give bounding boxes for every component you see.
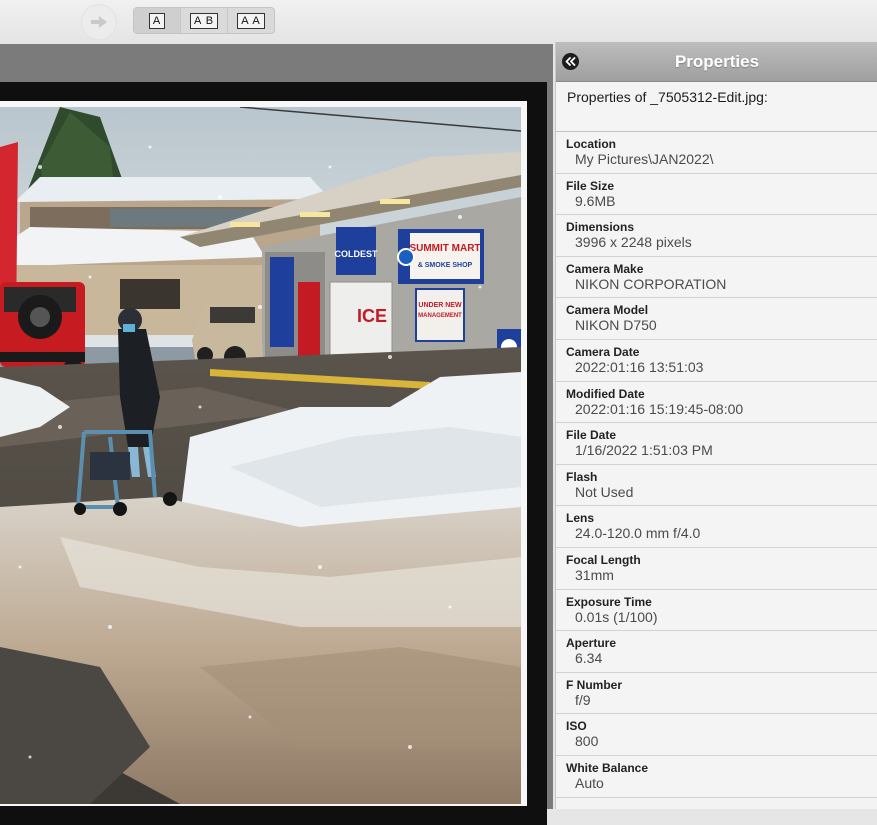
property-value: NIKON CORPORATION xyxy=(575,275,727,292)
properties-subtitle-area: Properties of _7505312-Edit.jpg: xyxy=(556,82,877,130)
image-viewer[interactable]: SUMMIT MART & SMOKE SHOP COLDEST UNDER N… xyxy=(0,44,553,825)
property-row: ISO 800 xyxy=(556,714,877,756)
property-row: Focal Length 31mm xyxy=(556,547,877,590)
view-mode-group: A A B A A xyxy=(133,7,275,34)
property-value: Auto xyxy=(575,774,604,791)
property-label: File Date xyxy=(566,428,617,443)
sign-ice: ICE xyxy=(357,306,387,326)
property-label: Lens xyxy=(566,511,595,526)
sign-smoke-shop: & SMOKE SHOP xyxy=(418,262,473,269)
property-value: NIKON D750 xyxy=(575,317,657,334)
properties-panel-header: Properties xyxy=(556,42,877,82)
property-value: 9.6MB xyxy=(575,192,616,209)
property-row: Exposure Time 0.01s (1/100) xyxy=(556,589,877,632)
property-value: 2022:01:16 13:51:03 xyxy=(575,358,704,375)
property-label: Camera Model xyxy=(566,303,649,318)
sign-summit-mart: SUMMIT MART xyxy=(409,243,480,254)
property-row: Camera Model NIKON D750 xyxy=(556,298,877,340)
forward-button[interactable] xyxy=(81,4,117,40)
property-label: Dimensions xyxy=(566,220,635,235)
view-mode-compare-button[interactable]: A B xyxy=(181,8,228,33)
property-row: Dimensions 3996 x 2248 pixels xyxy=(556,215,877,257)
property-label: Flash xyxy=(566,469,598,484)
sign-under-new: UNDER NEW xyxy=(418,302,462,309)
photo: SUMMIT MART & SMOKE SHOP COLDEST UNDER N… xyxy=(0,107,521,804)
property-value: 2022:01:16 15:19:45-08:00 xyxy=(575,400,744,417)
property-label: File Size xyxy=(566,178,615,193)
property-label: Camera Date xyxy=(566,344,640,359)
property-value: 0.01s (1/100) xyxy=(575,608,658,625)
property-value: Not Used xyxy=(575,483,634,500)
property-value: f/9 xyxy=(575,691,591,708)
property-label: F Number xyxy=(566,677,623,692)
property-label: Aperture xyxy=(566,636,617,651)
property-label: White Balance xyxy=(566,760,649,775)
property-value: 6.34 xyxy=(575,650,603,667)
properties-subtitle: Properties of _7505312-Edit.jpg: xyxy=(567,89,768,105)
properties-panel-title: Properties xyxy=(674,52,760,71)
property-value: 31mm xyxy=(575,566,614,583)
photo-image: SUMMIT MART & SMOKE SHOP COLDEST UNDER N… xyxy=(0,107,521,804)
view-mode-compare-label: A B xyxy=(189,12,219,29)
property-row: Aperture 6.34 xyxy=(556,631,877,673)
property-row: File Size 9.6MB xyxy=(556,173,877,216)
properties-list: Location My Pictures\JAN2022\ File Size 9.6… xyxy=(556,131,877,798)
property-row: Modified Date 2022:01:16 15:19:45-08:00 xyxy=(556,381,877,424)
property-label: Focal Length xyxy=(566,552,641,567)
property-value: 1/16/2022 1:51:03 PM xyxy=(575,442,713,459)
view-mode-before-after-button[interactable]: A A xyxy=(228,8,274,33)
property-label: Camera Make xyxy=(566,261,644,276)
property-row: Flash Not Used xyxy=(556,464,877,507)
property-row: Camera Make NIKON CORPORATION xyxy=(556,256,877,299)
properties-panel: Properties Properties of _7505312-Edit.j… xyxy=(555,42,877,809)
sign-management: MANAGEMENT xyxy=(418,313,462,319)
view-mode-single-label: A xyxy=(148,12,166,29)
property-value: 3996 x 2248 pixels xyxy=(575,234,692,251)
property-row: Location My Pictures\JAN2022\ xyxy=(556,132,877,174)
property-row: F Number f/9 xyxy=(556,672,877,715)
view-mode-single-button[interactable]: A xyxy=(134,8,181,33)
property-value: 800 xyxy=(575,733,599,750)
view-mode-before-after-label: A A xyxy=(237,12,265,29)
property-row: Camera Date 2022:01:16 13:51:03 xyxy=(556,339,877,382)
arrow-right-icon xyxy=(91,16,107,28)
property-label: Location xyxy=(566,137,616,151)
property-value: 24.0-120.0 mm f/4.0 xyxy=(575,525,701,542)
property-row: Lens 24.0-120.0 mm f/4.0 xyxy=(556,506,877,548)
sign-coldest: COLDEST xyxy=(334,249,378,259)
property-label: ISO xyxy=(566,719,587,734)
property-label: Modified Date xyxy=(566,386,645,401)
property-row: White Balance Auto xyxy=(556,755,877,798)
property-label: Exposure Time xyxy=(566,594,652,609)
toolbar: A A B A A xyxy=(0,0,877,44)
property-value: My Pictures\JAN2022\ xyxy=(575,151,714,167)
property-row: File Date 1/16/2022 1:51:03 PM xyxy=(556,423,877,465)
